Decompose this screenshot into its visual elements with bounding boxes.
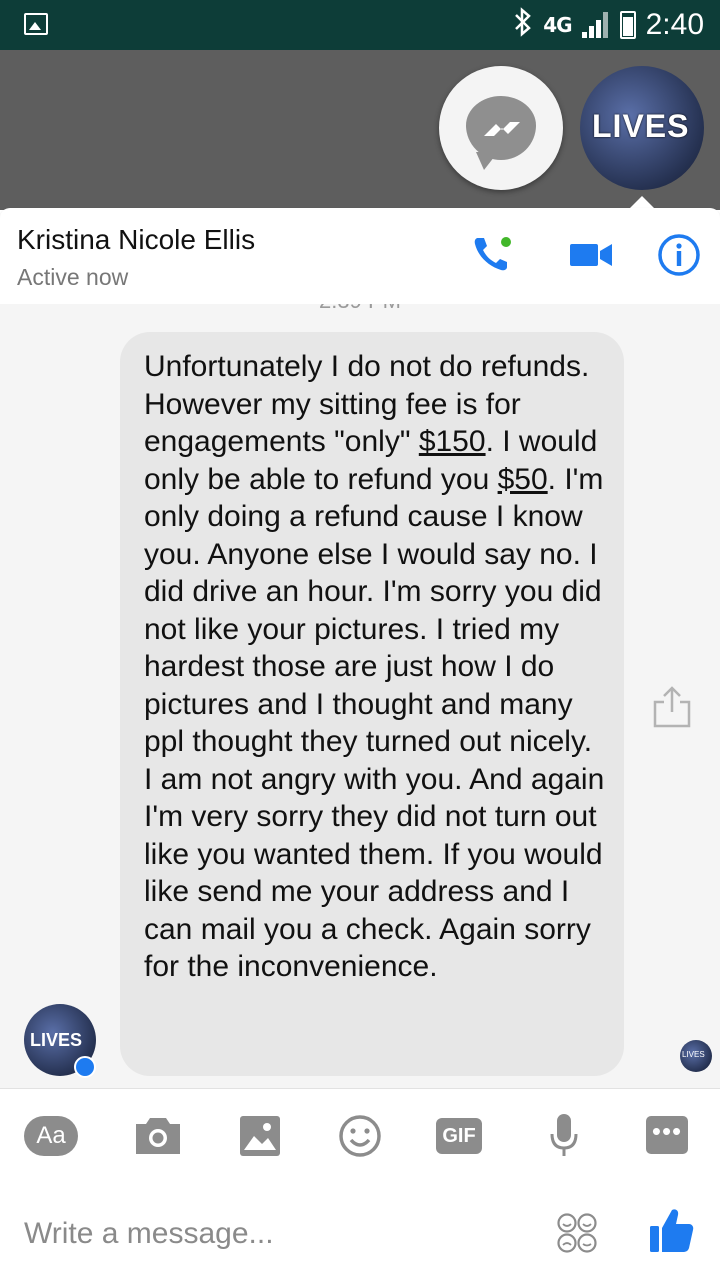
active-status: Active now (17, 264, 129, 290)
seen-indicator-avatar: LIVES (680, 1040, 712, 1072)
status-icons: 4G 2:40 (513, 6, 704, 44)
signal-icon (581, 12, 610, 38)
message-timestamp: 2:39 PM (0, 304, 720, 314)
phone-call-icon[interactable] (470, 232, 516, 278)
sender-avatar-text: LIVES (30, 1030, 83, 1050)
clock: 2:40 (645, 8, 704, 41)
network-type: 4G (543, 13, 572, 37)
gif-button[interactable]: GIF (436, 1118, 482, 1154)
video-call-icon[interactable] (568, 232, 614, 278)
bluetooth-icon (513, 6, 533, 44)
image-notification-icon (24, 13, 48, 35)
seen-avatar-text: LIVES (682, 1050, 705, 1059)
messenger-chathead[interactable] (439, 66, 563, 190)
emoji-icon[interactable] (334, 1114, 386, 1158)
messenger-icon (466, 96, 536, 170)
contact-name[interactable]: Kristina Nicole Ellis (17, 224, 255, 256)
messenger-badge-icon (74, 1056, 96, 1078)
info-icon[interactable] (656, 232, 702, 278)
message-thread[interactable]: 2:39 PM Unfortunately I do not do refund… (0, 304, 720, 1088)
text-format-button[interactable]: Aa (24, 1116, 78, 1156)
received-message-bubble[interactable]: Unfortunately I do not do refunds. Howev… (120, 332, 624, 1076)
battery-icon (619, 11, 636, 39)
more-options-button[interactable]: ••• (646, 1116, 688, 1154)
message-text-part3: . I'm only doing a refund cause I know y… (144, 462, 605, 984)
sitting-fee-amount: $150 (418, 425, 486, 458)
contact-chathead-avatar[interactable]: LIVES (580, 66, 704, 190)
message-input[interactable] (24, 1208, 544, 1260)
microphone-icon[interactable] (538, 1114, 590, 1158)
gallery-icon[interactable] (236, 1114, 288, 1158)
refund-amount: $50 (497, 462, 548, 496)
camera-icon[interactable] (132, 1114, 184, 1158)
avatar-text: LIVES (592, 108, 690, 144)
share-icon[interactable] (652, 684, 692, 730)
stickers-icon[interactable] (556, 1212, 598, 1254)
like-thumbs-up-icon[interactable] (648, 1206, 694, 1254)
status-bar: 4G 2:40 (0, 0, 720, 50)
